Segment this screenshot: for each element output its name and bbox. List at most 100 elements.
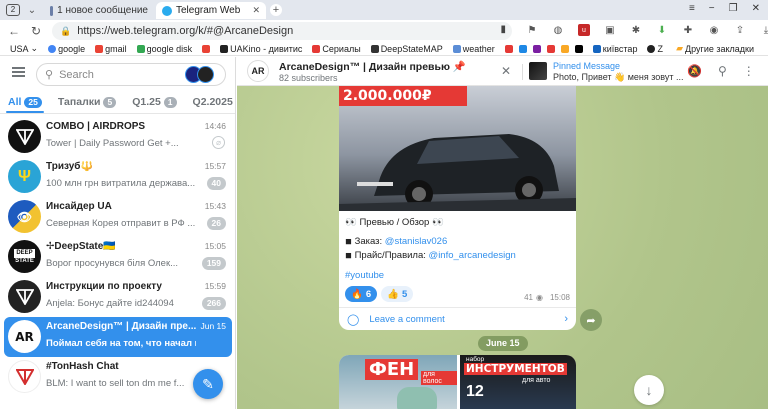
ublock-icon[interactable]: u [578,24,590,36]
order-link[interactable]: @stanislav026 [385,236,447,247]
tab-notification[interactable]: 1 новое сообщение [44,2,154,19]
bookmark-serials[interactable]: Сериалы [312,44,361,54]
puzzle-icon[interactable]: ✚ [682,24,694,36]
post-meta: 41 ◉ 15:08 [524,293,570,302]
folder-badge: 1 [163,96,177,108]
flag-icon[interactable]: ⚑ [526,24,538,36]
next-message-bubble[interactable]: ФЕН для волос набор ИНСТРУМЕНТОВ для авт… [339,355,576,409]
extension-icon[interactable]: ▣ [604,24,616,36]
price-link[interactable]: @info_arcanedesign [429,250,516,261]
insider-icon: 👁 [16,209,33,224]
avatar: Ψ [8,160,41,193]
pinned-message[interactable]: Pinned Message Photo, Привет 👋 меня зову… [529,60,684,82]
leave-comment-button[interactable]: ◯ Leave a comment › [339,308,576,330]
chat-title: Тризуб🔱 [46,161,93,172]
bookmark-deepstate[interactable]: DeepStateMAP [370,44,443,54]
translate-icon[interactable]: ✱ [630,24,642,36]
hamburger-menu-icon[interactable] [12,67,25,77]
url-field[interactable]: 🔒 https://web.telegram.org/k/#@ArcaneDes… [52,22,512,40]
reaction-fire[interactable]: 🔥 6 [345,286,378,302]
search-input[interactable]: ⚲ Search [36,63,226,86]
profile-icon[interactable]: ◉ [708,24,720,36]
bookmark-red2-icon[interactable] [546,44,555,53]
post-title: 👀 Превью / Обзор 👀 [345,217,444,228]
tab-all[interactable]: All 25 [0,91,50,113]
chat-preview: 100 млн грн витратила держава... [46,178,196,189]
tab-counter[interactable]: 2 [6,4,20,16]
bookmark-youtube[interactable] [202,44,211,53]
chat-item-arcanedesign[interactable]: AR ArcaneDesign™ | Дизайн пре... Jun 15 … [4,317,232,357]
tab-tapalki[interactable]: Тапалки 5 [50,91,124,113]
chat-item-deepstate[interactable]: DEEP STATE ✢DeepState🇺🇦 15:05 Ворог прос… [4,237,232,277]
telegram-icon [50,5,54,16]
bookmark-yellow-icon[interactable] [560,44,569,53]
download-extension-icon[interactable]: ⬇ [656,24,668,36]
bookmark-label: Другие закладки [685,43,754,54]
download-icon[interactable]: ⤓ [760,24,768,36]
tab-telegram-web[interactable]: Telegram Web ✕ [156,2,266,19]
channel-avatar[interactable]: AR [247,60,269,82]
new-tab-icon[interactable]: + [270,4,282,16]
more-icon[interactable]: ⋮ [743,64,755,78]
chat-preview: Ворог просунувся біля Олек... [46,258,179,269]
drive-icon [136,44,145,53]
unread-badge: 266 [201,297,226,310]
refresh-icon[interactable]: ↻ [30,24,42,38]
bookmark-google[interactable]: google [48,44,85,54]
reaction-thumbs-up[interactable]: 👍 5 [381,286,414,302]
bookmark-weather[interactable]: weather [452,44,495,54]
chat-preview: Северная Корея отправит в РФ ... [46,218,196,229]
close-icon[interactable]: ✕ [252,5,260,16]
stories-avatars[interactable] [185,66,219,83]
bookmark-google-disk[interactable]: google disk [136,44,192,54]
bookmark-other[interactable]: ▰ Другие закладки [676,43,754,54]
bookmark-gmail[interactable]: gmail [95,44,127,54]
tab-q2-2025[interactable]: Q2.2025 [185,91,235,113]
views-count: 41 [524,293,533,302]
pinned-label: Pinned Message [553,61,621,71]
bookmark-red-icon[interactable] [504,44,513,53]
bookmark-label: UAKino - дивитис [230,43,303,54]
globe-icon[interactable]: ◍ [552,24,564,36]
chat-item-insider-ua[interactable]: 👁 Инсайдер UA 15:43 Северная Корея отпра… [4,197,232,237]
bookmark-label: Z [657,43,663,54]
share-icon[interactable]: ⇪ [734,24,746,36]
folder-icon: ▰ [676,43,684,53]
pin-icon: ⌀ [212,136,225,149]
tab-dropdown-icon[interactable]: ⌄ [26,4,38,16]
avatar [8,120,41,153]
chat-title: Инсайдер UA [46,201,112,212]
close-icon[interactable]: ✕ [501,64,511,78]
bookmark-usa[interactable]: USA ⌄ [10,43,38,54]
bookmark-icon[interactable]: ▮ [500,24,506,35]
folder-label: Q1.25 [132,96,161,108]
mute-icon[interactable]: 🔕 [687,64,702,78]
back-icon[interactable]: ← [8,24,20,38]
bookmark-black-icon[interactable] [574,44,583,53]
forward-button[interactable]: ➦ [580,309,602,331]
next-image-right: набор ИНСТРУМЕНТОВ для авто 12 [460,355,576,409]
scroll-down-button[interactable]: ↓ [634,375,664,405]
bookmark-z[interactable]: Z [647,44,663,54]
post-image[interactable]: 2.000.000₽ [339,86,576,211]
search-icon[interactable]: ⚲ [718,64,727,78]
compose-button[interactable]: ✎ [193,369,223,399]
hashtag-link[interactable]: #youtube [345,270,384,281]
arrow-down-icon: ↓ [645,382,653,398]
reaction-emoji: 🔥 [351,288,363,300]
chat-item-instructions[interactable]: Инструкции по проекту 15:59 Anjela: Бону… [4,277,232,317]
bookmark-purple-icon[interactable] [532,44,541,53]
channel-title[interactable]: ArcaneDesign™ | Дизайн превью 📌 [279,60,466,73]
chat-item-combo-airdrops[interactable]: COMBO | AIRDROPS 14:46 Tower | Daily Pas… [4,117,232,157]
tab-q1-25[interactable]: Q1.25 1 [124,91,184,113]
maximize-icon[interactable]: ❐ [729,3,738,14]
bookmark-icons-group[interactable] [504,44,583,53]
menu-icon[interactable]: ≡ [689,3,695,14]
bookmark-uakino[interactable]: UAKino - дивитис [220,44,302,54]
bookmark-blue-icon[interactable] [518,44,527,53]
chat-item-tryzub[interactable]: Ψ Тризуб🔱 15:57 100 млн грн витратила де… [4,157,232,197]
bookmark-kyivstar[interactable]: київстар [592,44,637,54]
next-right-sub: для авто [522,377,551,384]
minimize-icon[interactable]: − [709,3,715,14]
close-window-icon[interactable]: ✕ [752,3,760,14]
